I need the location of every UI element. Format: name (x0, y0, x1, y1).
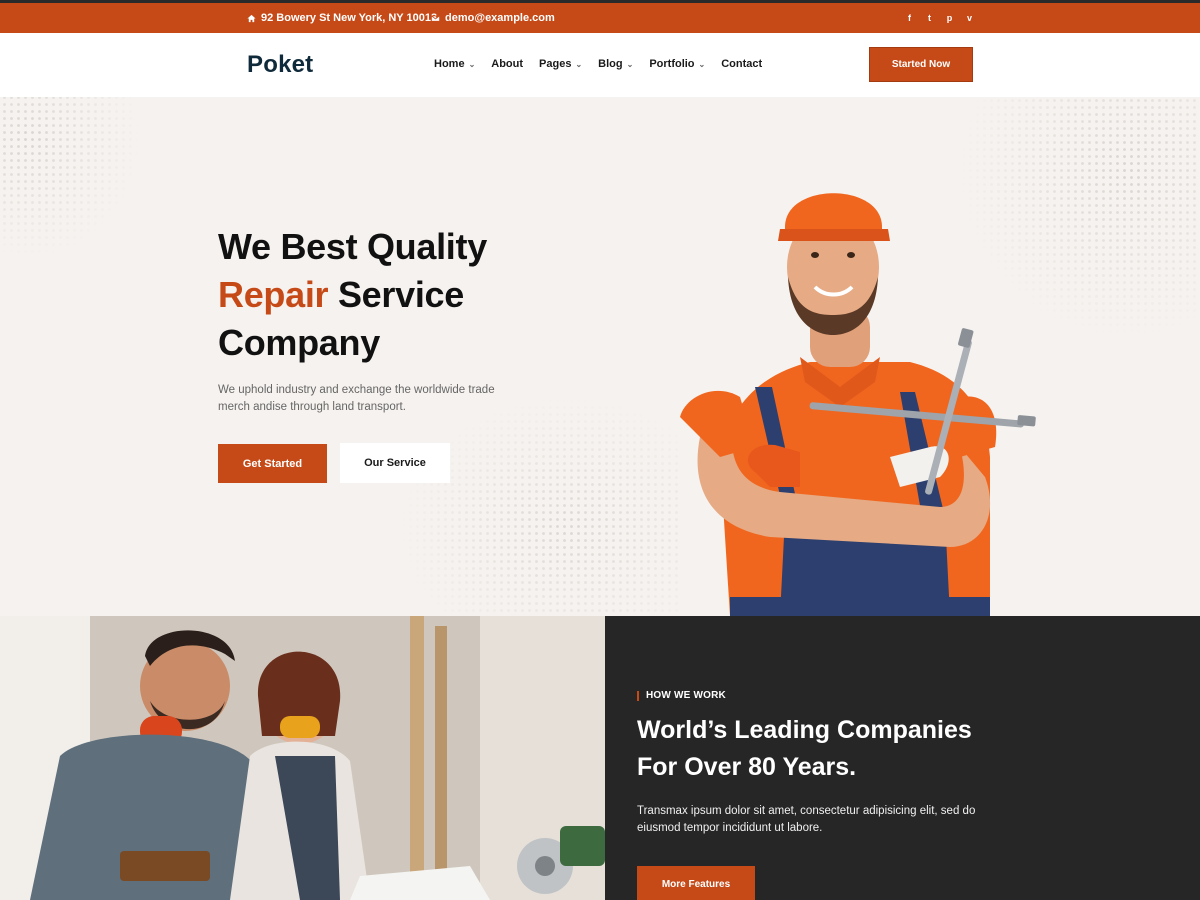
main-header: Poket Home ⌄ About Pages ⌄ Blog ⌄ Portfolio… (0, 33, 1200, 97)
started-now-button[interactable]: Started Now (869, 47, 973, 82)
how-we-work-section: HOW WE WORK World’s Leading Companies Fo… (605, 616, 1200, 900)
nav-item-label: About (491, 58, 524, 70)
team-photo (0, 616, 605, 900)
nav-item-label: Pages (539, 58, 572, 70)
home-icon (247, 14, 256, 22)
logo[interactable]: Poket (247, 51, 313, 79)
hero-title-accent: Repair (218, 274, 329, 315)
nav-item-home[interactable]: Home ⌄ (434, 58, 475, 70)
hero-title: We Best Quality Repair Service Company (218, 223, 638, 367)
nav-item-about[interactable]: About (491, 58, 523, 70)
address-info: 92 Bowery St New York, NY 10013 (247, 12, 437, 24)
workers-illustration (0, 616, 605, 900)
more-features-button[interactable]: More Features (637, 866, 755, 900)
chevron-down-icon: ⌄ (626, 59, 634, 69)
nav-item-label: Contact (721, 58, 763, 70)
accent-bar (637, 690, 639, 701)
nav-item-label: Blog (598, 58, 623, 70)
halftone-pattern (0, 97, 140, 257)
vimeo-icon[interactable]: v (965, 12, 974, 24)
social-links: f t p v (905, 12, 974, 24)
worker-image (680, 193, 1036, 616)
twitter-icon[interactable]: t (925, 12, 934, 24)
facebook-icon[interactable]: f (905, 12, 914, 24)
nav-item-pages[interactable]: Pages ⌄ (539, 58, 582, 70)
nav-item-blog[interactable]: Blog ⌄ (598, 58, 633, 70)
section-description: Transmax ipsum dolor sit amet, consectet… (637, 805, 976, 834)
hero-title-line3: Company (218, 322, 380, 363)
eyebrow-text: HOW WE WORK (646, 690, 726, 701)
chevron-down-icon: ⌄ (698, 59, 706, 69)
nav-item-contact[interactable]: Contact (721, 58, 762, 70)
main-nav: Home ⌄ About Pages ⌄ Blog ⌄ Portfolio ⌄ Cont… (434, 58, 762, 70)
nav-item-label: Home (434, 58, 465, 70)
get-started-button[interactable]: Get Started (218, 444, 327, 483)
hero-title-line1: We Best Quality (218, 226, 487, 267)
envelope-icon (431, 14, 440, 22)
chevron-down-icon: ⌄ (575, 59, 583, 69)
section-title: World’s Leading Companies For Over 80 Ye… (637, 716, 972, 781)
address-text: 92 Bowery St New York, NY 10013 (261, 12, 438, 24)
email-info[interactable]: demo@example.com (431, 12, 555, 24)
hero-description: We uphold industry and exchange the worl… (218, 384, 495, 413)
hero-title-line2: Service (328, 274, 464, 315)
nav-item-label: Portfolio (649, 58, 695, 70)
nav-item-portfolio[interactable]: Portfolio ⌄ (649, 58, 705, 70)
top-bar: 92 Bowery St New York, NY 10013 demo@exa… (0, 0, 1200, 33)
hero-section: We Best Quality Repair Service Company W… (0, 97, 1200, 616)
section-eyebrow: HOW WE WORK (637, 690, 726, 701)
chevron-down-icon: ⌄ (468, 59, 476, 69)
pinterest-icon[interactable]: p (945, 12, 954, 24)
our-service-button[interactable]: Our Service (340, 443, 450, 483)
email-text[interactable]: demo@example.com (445, 12, 555, 24)
halftone-pattern (400, 397, 680, 616)
